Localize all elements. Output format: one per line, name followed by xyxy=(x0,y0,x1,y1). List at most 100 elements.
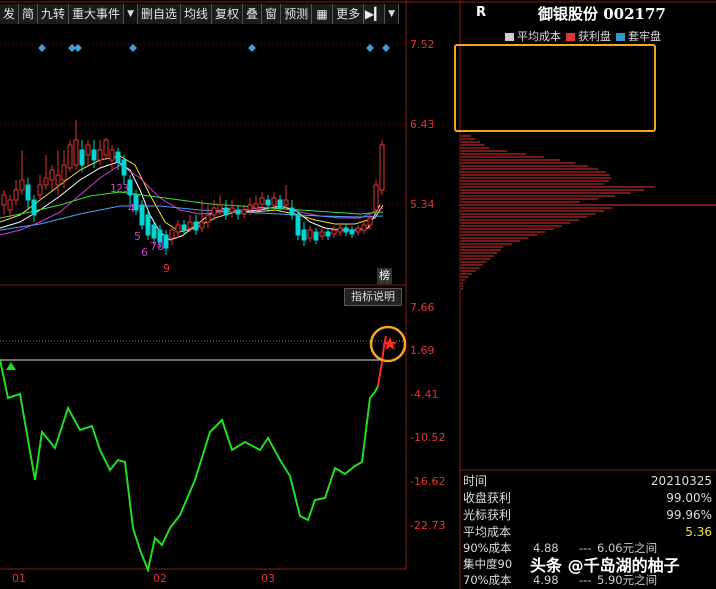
info-row-cursor-profit: 光标获利 99.96% xyxy=(463,508,712,522)
wave-label: 6 xyxy=(141,246,148,259)
candle-body xyxy=(325,231,331,237)
chip-highlight-box xyxy=(454,44,656,132)
event-diamond-icon xyxy=(366,44,374,52)
indicator-axis-label: -4.41 xyxy=(410,388,438,401)
indicator-axis-label: -22.73 xyxy=(410,519,445,532)
stock-prefix: R xyxy=(476,5,487,20)
candle-body xyxy=(235,209,241,215)
candle-body xyxy=(331,229,337,235)
candle-body xyxy=(67,144,73,169)
candle-body xyxy=(289,207,295,216)
candle-body xyxy=(79,149,85,166)
date-axis-label: 03 xyxy=(261,572,275,585)
candle-body xyxy=(43,177,49,186)
candle-body xyxy=(241,209,247,215)
candle-body xyxy=(181,224,187,231)
candle-body xyxy=(169,229,175,239)
candle-body xyxy=(31,199,37,216)
ranking-tag[interactable]: 榜 xyxy=(377,268,392,284)
price-axis-label: 7.52 xyxy=(410,38,435,51)
candle-body xyxy=(223,207,229,216)
candle-body xyxy=(73,139,79,166)
event-diamond-icon xyxy=(74,44,82,52)
candle-body xyxy=(97,149,103,161)
price-axis-label: 6.43 xyxy=(410,118,435,131)
info-row-avg-cost: 平均成本 5.36 xyxy=(463,525,712,539)
candle-body xyxy=(277,199,283,209)
price-axis-label: 5.34 xyxy=(410,198,435,211)
candle-body xyxy=(37,184,43,196)
candle-body xyxy=(313,231,319,241)
candle-body xyxy=(379,144,385,191)
date-axis-label: 01 xyxy=(12,572,26,585)
candle-body xyxy=(343,227,349,233)
candle-body xyxy=(205,214,211,223)
candle-body xyxy=(253,203,259,209)
candle-body xyxy=(7,199,13,211)
candle-body xyxy=(259,197,265,205)
chip-distribution xyxy=(461,135,656,290)
candle-body xyxy=(151,224,157,239)
candle-body xyxy=(211,207,217,216)
chip-legend: 平均成本 获利盘 套牢盘 xyxy=(505,28,661,44)
ma10-line xyxy=(0,155,384,233)
info-row-close-profit: 收盘获利 99.00% xyxy=(463,491,712,505)
candle-body xyxy=(121,159,127,176)
candle-body xyxy=(49,169,55,181)
candle-body xyxy=(175,224,181,233)
up-triangle-icon xyxy=(6,362,16,370)
candle-body xyxy=(217,204,223,211)
candle-body xyxy=(295,214,301,236)
candle-body xyxy=(85,144,91,156)
candle-body xyxy=(271,197,277,206)
wave-label: 8 xyxy=(157,240,164,253)
candle-body xyxy=(19,179,25,191)
indicator-axis-label: -10.52 xyxy=(410,431,445,444)
candle-body xyxy=(139,204,145,226)
wave-label: 7 xyxy=(150,240,157,253)
candle-body xyxy=(301,229,307,241)
candle-body xyxy=(337,227,343,233)
event-diamond-icon xyxy=(248,44,256,52)
candle-body xyxy=(265,199,271,206)
event-diamond-icon xyxy=(382,44,390,52)
legend-item-trapped: 套牢盘 xyxy=(616,28,661,44)
event-markers[interactable] xyxy=(38,44,390,52)
candle-body xyxy=(163,234,169,249)
indicator-help-button[interactable]: 指标说明 xyxy=(344,288,402,306)
candle-body xyxy=(109,149,115,161)
candle-body xyxy=(247,204,253,211)
candle-body xyxy=(283,199,289,206)
info-row-time: 时间 20210325 xyxy=(463,474,712,488)
indicator-line-green xyxy=(0,359,379,574)
candle-body xyxy=(373,184,379,211)
candle-body xyxy=(13,189,19,201)
candle-body xyxy=(355,227,361,233)
indicator-axis-label: -16.62 xyxy=(410,475,445,488)
candle-body xyxy=(349,229,355,235)
candle-body xyxy=(1,194,7,206)
candle-body xyxy=(103,139,109,156)
wave-label: 3 xyxy=(122,182,129,195)
indicator-axis-label: 7.66 xyxy=(410,301,435,314)
watermark: 头条 @千岛湖的柚子 xyxy=(530,556,680,575)
wave-label: 9 xyxy=(163,262,170,275)
event-diamond-icon xyxy=(129,44,137,52)
legend-item-profit: 获利盘 xyxy=(566,28,611,44)
candle-body xyxy=(55,174,61,186)
candle-body xyxy=(229,207,235,213)
candle-body xyxy=(199,221,205,229)
wave-label: 5 xyxy=(134,230,141,243)
chip-info-panel: 时间 20210325 收盘获利 99.00% 光标获利 99.96% 平均成本 5.3… xyxy=(463,473,716,541)
candle-body xyxy=(25,184,31,201)
stock-name: 御银股份 002177 xyxy=(538,5,666,23)
candle-body xyxy=(115,151,121,163)
candle-body xyxy=(187,221,193,229)
date-axis-label: 02 xyxy=(153,572,167,585)
candlesticks[interactable] xyxy=(1,120,385,255)
legend-item-avg-cost: 平均成本 xyxy=(505,28,561,44)
candle-body xyxy=(319,231,325,237)
wave-label: 4 xyxy=(128,202,135,215)
candle-body xyxy=(61,164,67,181)
candle-body xyxy=(91,149,97,161)
